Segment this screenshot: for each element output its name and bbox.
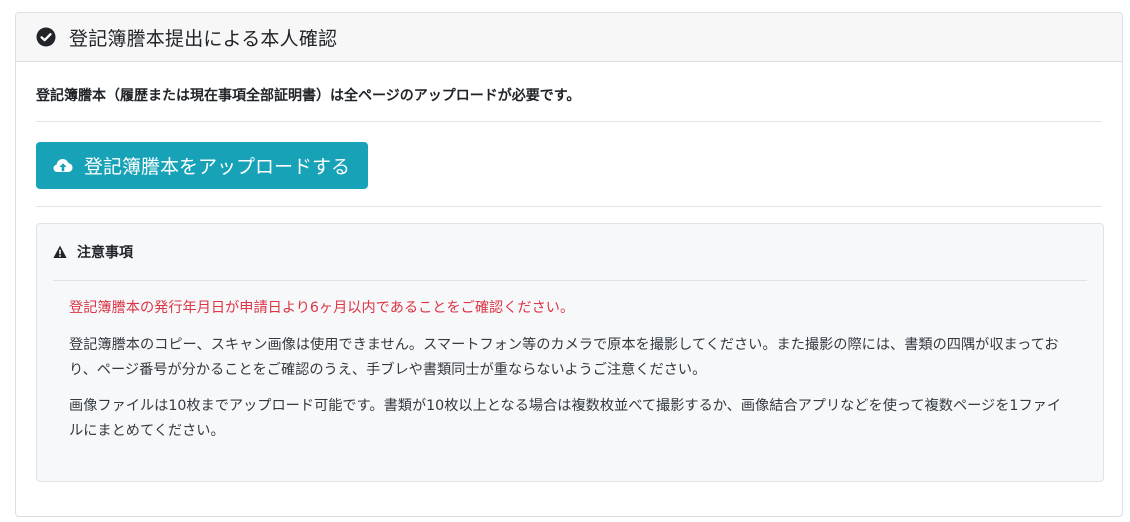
upload-registry-button[interactable]: 登記簿謄本をアップロードする bbox=[36, 142, 369, 189]
check-circle-icon bbox=[36, 27, 56, 47]
notice-body: 登記簿謄本の発行年月日が申請日より6ヶ月以内であることをご確認ください。 登記簿… bbox=[53, 281, 1087, 444]
file-limit-text: 画像ファイルは10枚までアップロード可能です。書類が10枚以上となる場合は複数枚… bbox=[69, 398, 1062, 439]
upload-row: 登記簿謄本をアップロードする bbox=[36, 122, 1102, 207]
cloud-upload-icon bbox=[53, 157, 73, 175]
notice-box: 注意事項 登記簿謄本の発行年月日が申請日より6ヶ月以内であることをご確認ください… bbox=[36, 223, 1104, 482]
validity-warning-text: 登記簿謄本の発行年月日が申請日より6ヶ月以内であることをご確認ください。 bbox=[69, 300, 575, 316]
warning-icon bbox=[53, 245, 67, 259]
card-title: 登記簿謄本提出による本人確認 bbox=[69, 27, 338, 50]
upload-button-label: 登記簿謄本をアップロードする bbox=[84, 156, 351, 178]
identity-verification-card: 登記簿謄本提出による本人確認 登記簿謄本（履歴または現在事項全部証明書）は全ペー… bbox=[15, 12, 1123, 517]
notice-header: 注意事項 bbox=[53, 224, 1087, 281]
card-body: 登記簿謄本（履歴または現在事項全部証明書）は全ページのアップロードが必要です。 … bbox=[16, 62, 1122, 482]
requirement-text: 登記簿謄本（履歴または現在事項全部証明書）は全ページのアップロードが必要です。 bbox=[36, 62, 1102, 122]
notice-title: 注意事項 bbox=[77, 245, 133, 261]
card-header: 登記簿謄本提出による本人確認 bbox=[16, 13, 1122, 62]
photo-instructions-text: 登記簿謄本のコピー、スキャン画像は使用できません。スマートフォン等のカメラで原本… bbox=[69, 337, 1059, 378]
